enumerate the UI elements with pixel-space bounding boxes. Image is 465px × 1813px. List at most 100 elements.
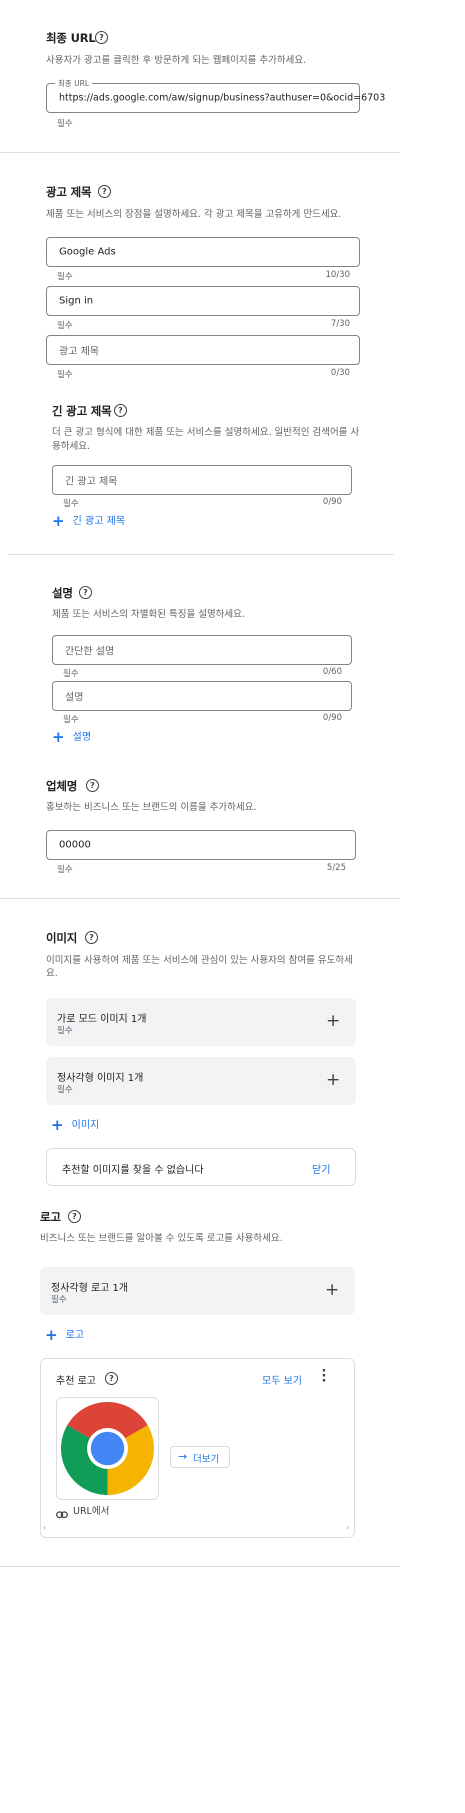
final-url-hint: 필수 xyxy=(57,119,73,129)
logo-source: URL에서 xyxy=(73,1506,110,1517)
plus-icon: + xyxy=(45,1326,58,1344)
long-headline-placeholder: 긴 광고 제목 xyxy=(65,476,118,488)
description-input-2[interactable]: 설명 xyxy=(52,681,352,711)
descriptions-description: 제품 또는 서비스의 차별화된 특징을 설명하세요. xyxy=(52,609,245,620)
description-hint: 필수 xyxy=(63,715,79,725)
business-name-value: 00000 xyxy=(59,839,91,851)
headline-input-3[interactable]: 광고 제목 xyxy=(46,335,360,365)
slot-required: 필수 xyxy=(51,1295,67,1305)
more-label: 더보기 xyxy=(193,1454,220,1465)
more-button[interactable]: → 더보기 xyxy=(170,1446,230,1468)
section-divider xyxy=(0,152,400,153)
chrome-logo xyxy=(61,1402,154,1495)
final-url-title: 최종 URL xyxy=(46,31,96,45)
headline-char-count: 0/30 xyxy=(330,368,350,378)
headline-value: Google Ads xyxy=(59,246,116,258)
slot-required: 필수 xyxy=(57,1026,73,1036)
plus-icon: + xyxy=(52,728,65,746)
recommended-logos-card: 추천 로고 ? 모두 보기 · · · → 더보기 URL에서 ‹ › xyxy=(40,1358,355,1538)
headline-hint: 필수 xyxy=(57,272,73,282)
headline-hint: 필수 xyxy=(57,321,73,331)
help-icon[interactable]: ? xyxy=(98,185,111,198)
final-url-field-label: 최종 URL xyxy=(55,78,93,89)
arrow-right-icon: → xyxy=(178,1450,188,1463)
description-placeholder: 간단한 설명 xyxy=(65,646,115,658)
headline-input-2[interactable]: Sign in xyxy=(46,286,360,316)
help-icon[interactable]: ? xyxy=(114,404,127,417)
long-headline-hint: 필수 xyxy=(63,499,79,509)
add-image-label: 이미지 xyxy=(71,1120,100,1131)
logo-thumbnail[interactable] xyxy=(56,1397,159,1500)
business-name-description: 홍보하는 비즈니스 또는 브랜드의 이름을 추가하세요. xyxy=(46,802,257,813)
help-icon[interactable]: ? xyxy=(85,931,98,944)
description-input-1[interactable]: 간단한 설명 xyxy=(52,635,352,665)
long-headline-char-count: 0/90 xyxy=(322,497,342,507)
add-logo-label: 로고 xyxy=(65,1330,85,1341)
add-logo-button[interactable]: + 로고 xyxy=(45,1325,84,1344)
final-url-description: 사용자가 광고를 클릭한 후 방문하게 되는 웹페이지를 추가하세요. xyxy=(46,55,307,66)
slot-label: 정사각형 로고 1개 xyxy=(51,1283,129,1294)
headline-hint: 필수 xyxy=(57,370,73,380)
slot-label: 가로 모드 이미지 1개 xyxy=(57,1014,147,1025)
headline-input-1[interactable]: Google Ads xyxy=(46,237,360,267)
add-image-button[interactable]: + 이미지 xyxy=(51,1115,99,1134)
descriptions-title: 설명 xyxy=(52,586,73,600)
slot-required: 필수 xyxy=(57,1085,73,1095)
description-char-count: 0/90 xyxy=(322,713,342,723)
headlines-title: 광고 제목 xyxy=(46,185,92,199)
logos-description: 비즈니스 또는 브랜드를 알아볼 수 있도록 로고를 사용하세요. xyxy=(40,1233,283,1244)
long-headline-description-2: 용하세요. xyxy=(52,441,90,452)
view-all-link[interactable]: 모두 보기 xyxy=(262,1372,302,1387)
headline-value: Sign in xyxy=(59,295,94,307)
square-image-slot[interactable]: 정사각형 이미지 1개 필수 + xyxy=(46,1057,356,1105)
add-description-label: 설명 xyxy=(72,732,92,743)
headline-char-count: 10/30 xyxy=(325,270,351,280)
description-char-count: 0/60 xyxy=(322,667,342,677)
images-description-1: 이미지를 사용하여 제품 또는 서비스에 관심이 있는 사용자의 참여를 유도하… xyxy=(46,955,353,966)
final-url-value: https://ads.google.com/aw/signup/busines… xyxy=(59,92,386,104)
long-headline-description-1: 더 큰 광고 형식에 대한 제품 또는 서비스를 설명하세요. 일반적인 검색어… xyxy=(52,427,360,438)
images-title: 이미지 xyxy=(46,931,78,945)
chevron-right-icon[interactable]: › xyxy=(346,1523,349,1532)
link-icon xyxy=(56,1504,68,1519)
more-vert-icon[interactable]: · · · xyxy=(320,1365,328,1388)
close-button[interactable]: 닫기 xyxy=(312,1161,330,1176)
plus-icon: + xyxy=(52,512,65,530)
headlines-description: 제품 또는 서비스의 장점을 설명하세요. 각 광고 제목을 고유하게 만드세요… xyxy=(46,209,342,220)
landscape-image-slot[interactable]: 가로 모드 이미지 1개 필수 + xyxy=(46,998,356,1046)
help-icon[interactable]: ? xyxy=(79,586,92,599)
add-description-button[interactable]: + 설명 xyxy=(52,727,91,746)
no-image-suggestion-card: 추천할 이미지를 찾을 수 없습니다 닫기 xyxy=(46,1148,356,1186)
business-name-hint: 필수 xyxy=(57,865,73,875)
long-headline-title: 긴 광고 제목 xyxy=(52,404,112,418)
logos-title: 로고 xyxy=(40,1210,61,1224)
description-placeholder: 설명 xyxy=(65,692,84,704)
section-divider xyxy=(0,1566,400,1567)
add-long-headline-button[interactable]: + 긴 광고 제목 xyxy=(52,511,125,530)
business-name-input[interactable]: 00000 xyxy=(46,830,356,860)
recommended-logos-title: 추천 로고 xyxy=(56,1376,96,1387)
business-name-title: 업체명 xyxy=(46,779,78,793)
add-long-headline-label: 긴 광고 제목 xyxy=(72,516,126,527)
no-image-notice: 추천할 이미지를 찾을 수 없습니다 xyxy=(62,1165,204,1176)
section-divider xyxy=(8,554,394,555)
plus-icon: + xyxy=(51,1116,64,1134)
chevron-left-icon[interactable]: ‹ xyxy=(43,1523,46,1532)
square-logo-slot[interactable]: 정사각형 로고 1개 필수 + xyxy=(40,1267,355,1315)
headline-char-count: 7/30 xyxy=(330,319,350,329)
plus-icon[interactable]: + xyxy=(326,1070,340,1090)
plus-icon[interactable]: + xyxy=(326,1011,340,1031)
images-description-2: 요. xyxy=(46,968,58,979)
help-icon[interactable]: ? xyxy=(68,1210,81,1223)
help-icon[interactable]: ? xyxy=(95,31,108,44)
business-name-char-count: 5/25 xyxy=(326,863,346,873)
plus-icon[interactable]: + xyxy=(325,1280,339,1300)
help-icon[interactable]: ? xyxy=(105,1372,118,1385)
final-url-input[interactable]: 최종 URL https://ads.google.com/aw/signup/… xyxy=(46,78,385,113)
help-icon[interactable]: ? xyxy=(86,779,99,792)
headline-placeholder: 광고 제목 xyxy=(59,346,99,358)
section-divider xyxy=(0,898,400,899)
slot-label: 정사각형 이미지 1개 xyxy=(57,1073,144,1084)
description-hint: 필수 xyxy=(63,669,79,679)
long-headline-input[interactable]: 긴 광고 제목 xyxy=(52,465,352,495)
